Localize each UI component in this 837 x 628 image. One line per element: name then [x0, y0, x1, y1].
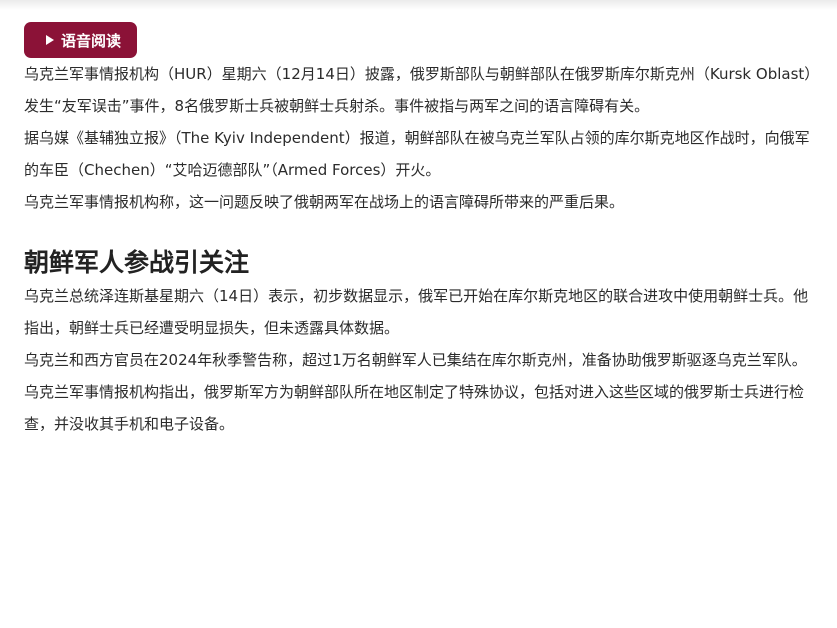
article-paragraph: 乌克兰军事情报机构称，这一问题反映了俄朝两军在战场上的语言障碍所带来的严重后果。 [24, 193, 625, 211]
article-paragraph: 乌克兰军事情报机构指出，俄罗斯军方为朝鲜部队所在地区制定了特殊协议，包括对进入这… [24, 383, 805, 433]
audio-read-label: 语音阅读 [61, 31, 122, 50]
article-paragraph: 乌克兰总统泽连斯基星期六（14日）表示，初步数据显示，俄军已开始在库尔斯克地区的… [24, 287, 809, 337]
play-icon [46, 35, 54, 45]
section-heading: 朝鲜军人参战引关注 [24, 248, 250, 277]
article-body: 语音阅读 乌克兰军事情报机构（HUR）星期六（12月14日）披露，俄罗斯部队与朝… [24, 22, 814, 440]
audio-read-button[interactable]: 语音阅读 [24, 22, 138, 58]
article-paragraph: 乌克兰军事情报机构（HUR）星期六（12月14日）披露，俄罗斯部队与朝鲜部队在俄… [24, 65, 812, 115]
article-paragraph: 据乌媒《基辅独立报》（The Kyiv Independent）报道，朝鲜部队在… [24, 129, 810, 179]
header-shadow [0, 0, 837, 10]
article-paragraph: 乌克兰和西方官员在2024年秋季警告称，超过1万名朝鲜军人已集结在库尔斯克州，准… [24, 351, 807, 369]
